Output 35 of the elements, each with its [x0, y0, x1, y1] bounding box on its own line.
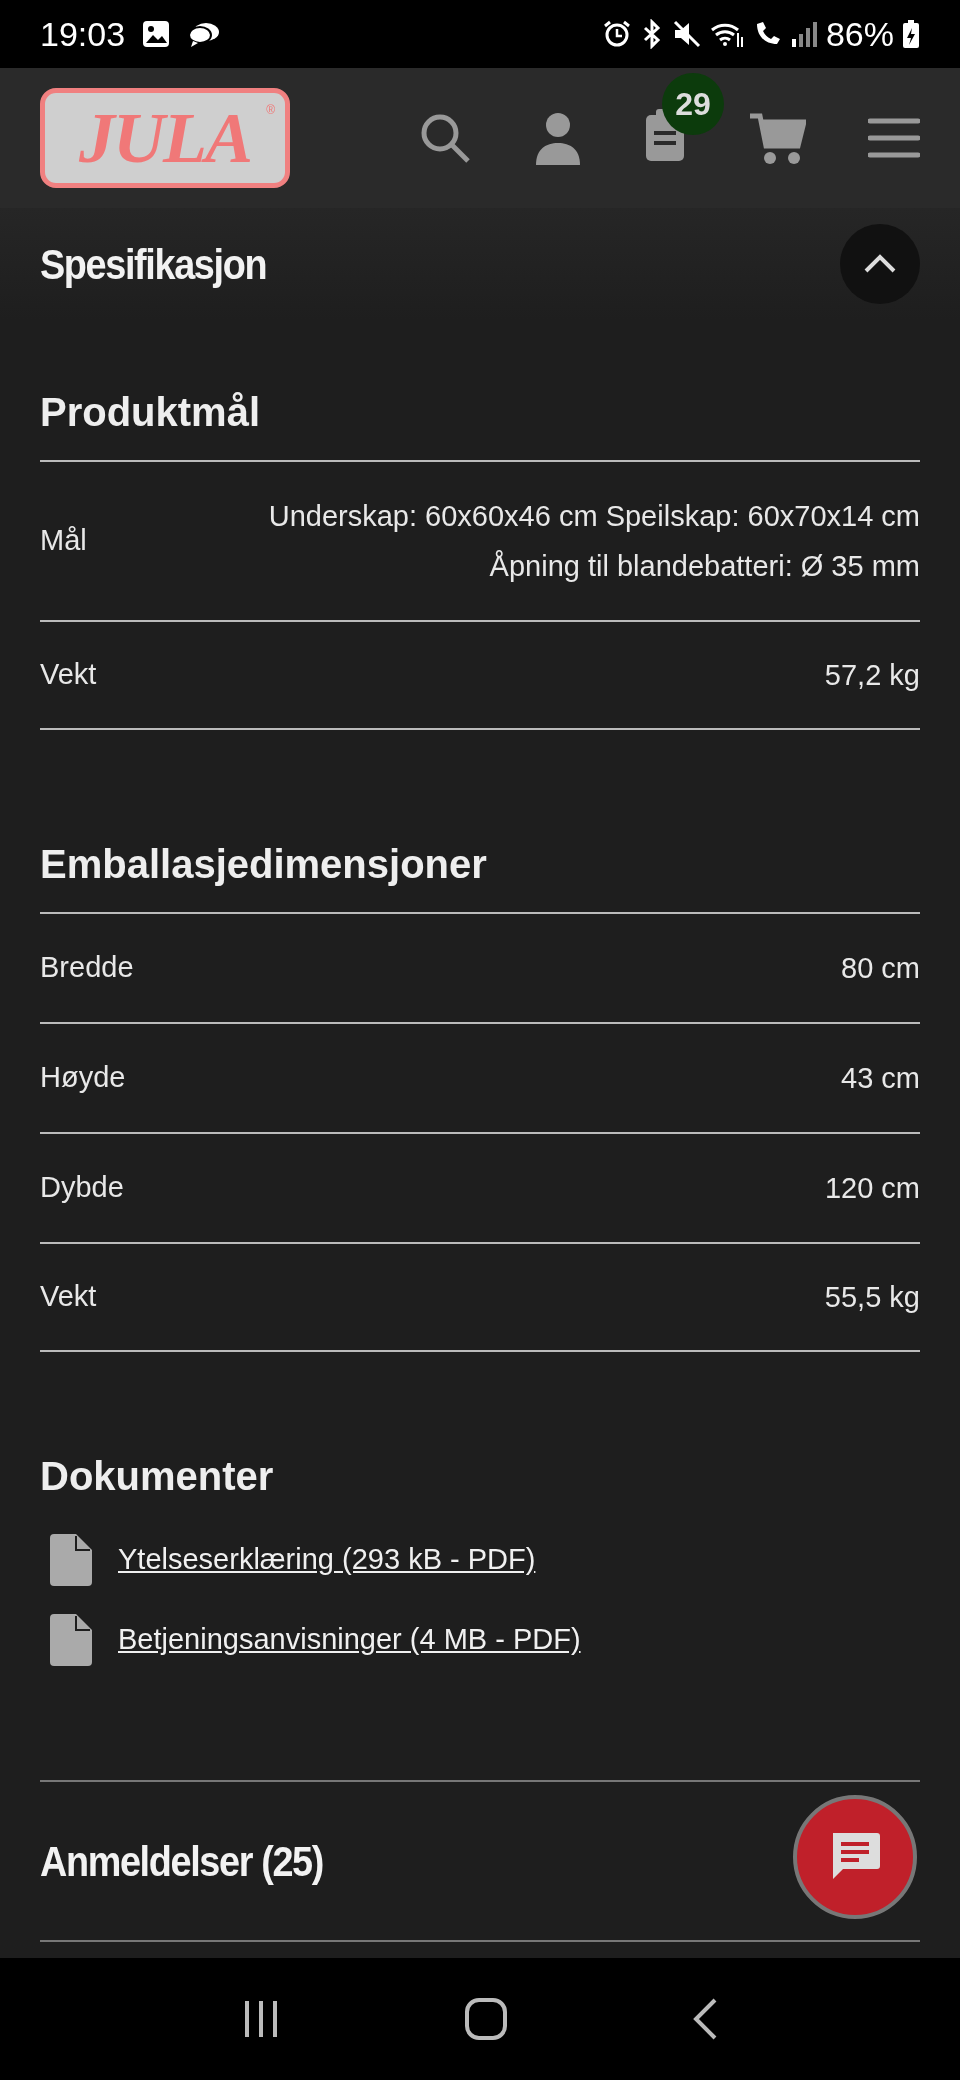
mute-icon [671, 19, 702, 49]
spec-label: Vekt [40, 657, 97, 693]
person-icon[interactable] [534, 111, 582, 165]
chevron-up-icon [863, 254, 897, 274]
group-heading: Emballasjedimensjoner [40, 841, 488, 888]
signal-icon [789, 19, 818, 49]
reviews-heading[interactable]: Anmeldelser (25) [40, 1829, 323, 1893]
spec-label: Bredde [40, 950, 134, 986]
status-time: 19:03 [40, 13, 126, 55]
home-icon[interactable] [464, 1997, 508, 2041]
group-heading: Produktmål [40, 389, 262, 436]
spec-label: Mål [40, 523, 87, 559]
spec-value: 80 cm [841, 951, 920, 986]
spec-label: Dybde [40, 1170, 124, 1206]
spec-label: Høyde [40, 1060, 126, 1096]
menu-icon[interactable] [868, 116, 920, 160]
document-link[interactable]: Betjeningsanvisninger (4 MB - PDF) [118, 1618, 581, 1662]
count-badge: 29 [662, 72, 724, 135]
documents-heading: Dokumenter [40, 1453, 275, 1500]
spec-value: Underskap: 60x60x46 cm Speilskap: 60x70x14 cm Åpning til blandebatteri: Ø 35 mm [267, 499, 920, 584]
spec-value: 120 cm [824, 1171, 920, 1206]
battery-icon [902, 19, 920, 49]
section-title: Spesifikasjon [40, 239, 267, 290]
battery-level: 86% [825, 13, 894, 55]
registered-mark: ® [266, 102, 275, 119]
spec-value: 43 cm [841, 1061, 920, 1096]
spec-value: 57,2 kg [824, 658, 920, 693]
alarm-icon [601, 19, 632, 49]
document-icon [50, 1534, 92, 1586]
image-icon [141, 19, 172, 49]
spec-label: Vekt [40, 1279, 97, 1315]
spec-value: 55,5 kg [824, 1280, 920, 1315]
logo-text: JULA [79, 102, 251, 174]
document-link[interactable]: Ytelseserklæring (293 kB - PDF) [118, 1538, 536, 1582]
document-icon [50, 1614, 92, 1666]
